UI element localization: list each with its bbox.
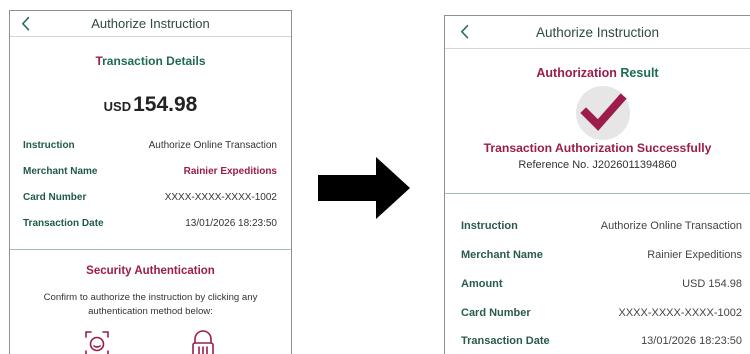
section-divider (10, 249, 291, 250)
amount-value: 154.98 (133, 93, 198, 116)
nav-bar: Authorize Instruction (445, 16, 750, 49)
back-button[interactable] (457, 23, 471, 41)
success-badge (576, 86, 630, 140)
detail-value: USD 154.98 (682, 278, 742, 290)
detail-row-card: Card Number XXXX-XXXX-XXXX-1002 (461, 307, 742, 319)
detail-label: Transaction Date (461, 335, 550, 347)
detail-value: 13/01/2026 18:23:50 (185, 218, 277, 229)
success-message: Transaction Authorization Successfully (483, 141, 712, 155)
detail-row-merchant: Merchant Name Rainier Expeditions (461, 249, 742, 261)
back-button[interactable] (18, 14, 32, 32)
detail-row-instruction: Instruction Authorize Online Transaction (461, 220, 742, 232)
detail-row-amount: Amount USD 154.98 (461, 278, 742, 290)
nav-bar: Authorize Instruction (10, 11, 291, 37)
chevron-left-icon (460, 24, 468, 39)
detail-label: Transaction Date (23, 218, 104, 229)
merchant-name-value: Rainier Expeditions (183, 166, 277, 177)
face-id-button[interactable] (84, 329, 110, 354)
detail-row-date: Transaction Date 13/01/2026 18:23:50 (461, 335, 742, 347)
chevron-left-icon (21, 16, 29, 30)
transaction-amount: USD 154.98 (10, 93, 291, 117)
detail-row-merchant: Merchant Name Rainier Expeditions (23, 166, 277, 177)
transaction-details-screen: Authorize Instruction Transaction Detail… (9, 10, 292, 354)
detail-value: XXXX-XXXX-XXXX-1002 (618, 307, 742, 319)
detail-label: Card Number (23, 192, 87, 203)
screen-title: Authorize Instruction (91, 16, 210, 31)
detail-label: Amount (461, 278, 503, 290)
section-divider (445, 193, 750, 194)
screen-title: Authorize Instruction (535, 24, 660, 40)
authorization-result-screen: Authorize Instruction Authorization Resu… (444, 15, 750, 354)
security-auth-heading: Security Authentication (86, 265, 215, 277)
detail-value: 13/01/2026 18:23:50 (641, 335, 742, 347)
security-auth-description: Confirm to authorize the instruction by … (43, 292, 258, 317)
detail-value: Authorize Online Transaction (148, 140, 277, 151)
authorization-result-heading: Authorization Result (536, 66, 659, 80)
detail-value: Rainier Expeditions (647, 249, 742, 261)
reference-number: Reference No. J2026011394860 (518, 159, 677, 171)
fingerprint-button[interactable] (190, 329, 216, 354)
detail-label: Merchant Name (461, 249, 543, 261)
detail-value: Authorize Online Transaction (600, 220, 742, 232)
detail-row-card: Card Number XXXX-XXXX-XXXX-1002 (23, 192, 277, 203)
detail-label: Merchant Name (23, 166, 98, 177)
face-id-icon (85, 331, 109, 354)
detail-label: Card Number (461, 307, 531, 319)
detail-label: Instruction (461, 220, 518, 232)
right-arrow-icon (318, 157, 410, 219)
fingerprint-icon (192, 330, 214, 354)
detail-row-date: Transaction Date 13/01/2026 18:23:50 (23, 218, 277, 229)
detail-label: Instruction (23, 140, 75, 151)
checkmark-icon (580, 93, 627, 131)
amount-currency: USD (103, 99, 132, 114)
transaction-details-heading: Transaction Details (95, 54, 206, 68)
detail-row-instruction: Instruction Authorize Online Transaction (23, 140, 277, 151)
detail-value: XXXX-XXXX-XXXX-1002 (164, 192, 277, 203)
